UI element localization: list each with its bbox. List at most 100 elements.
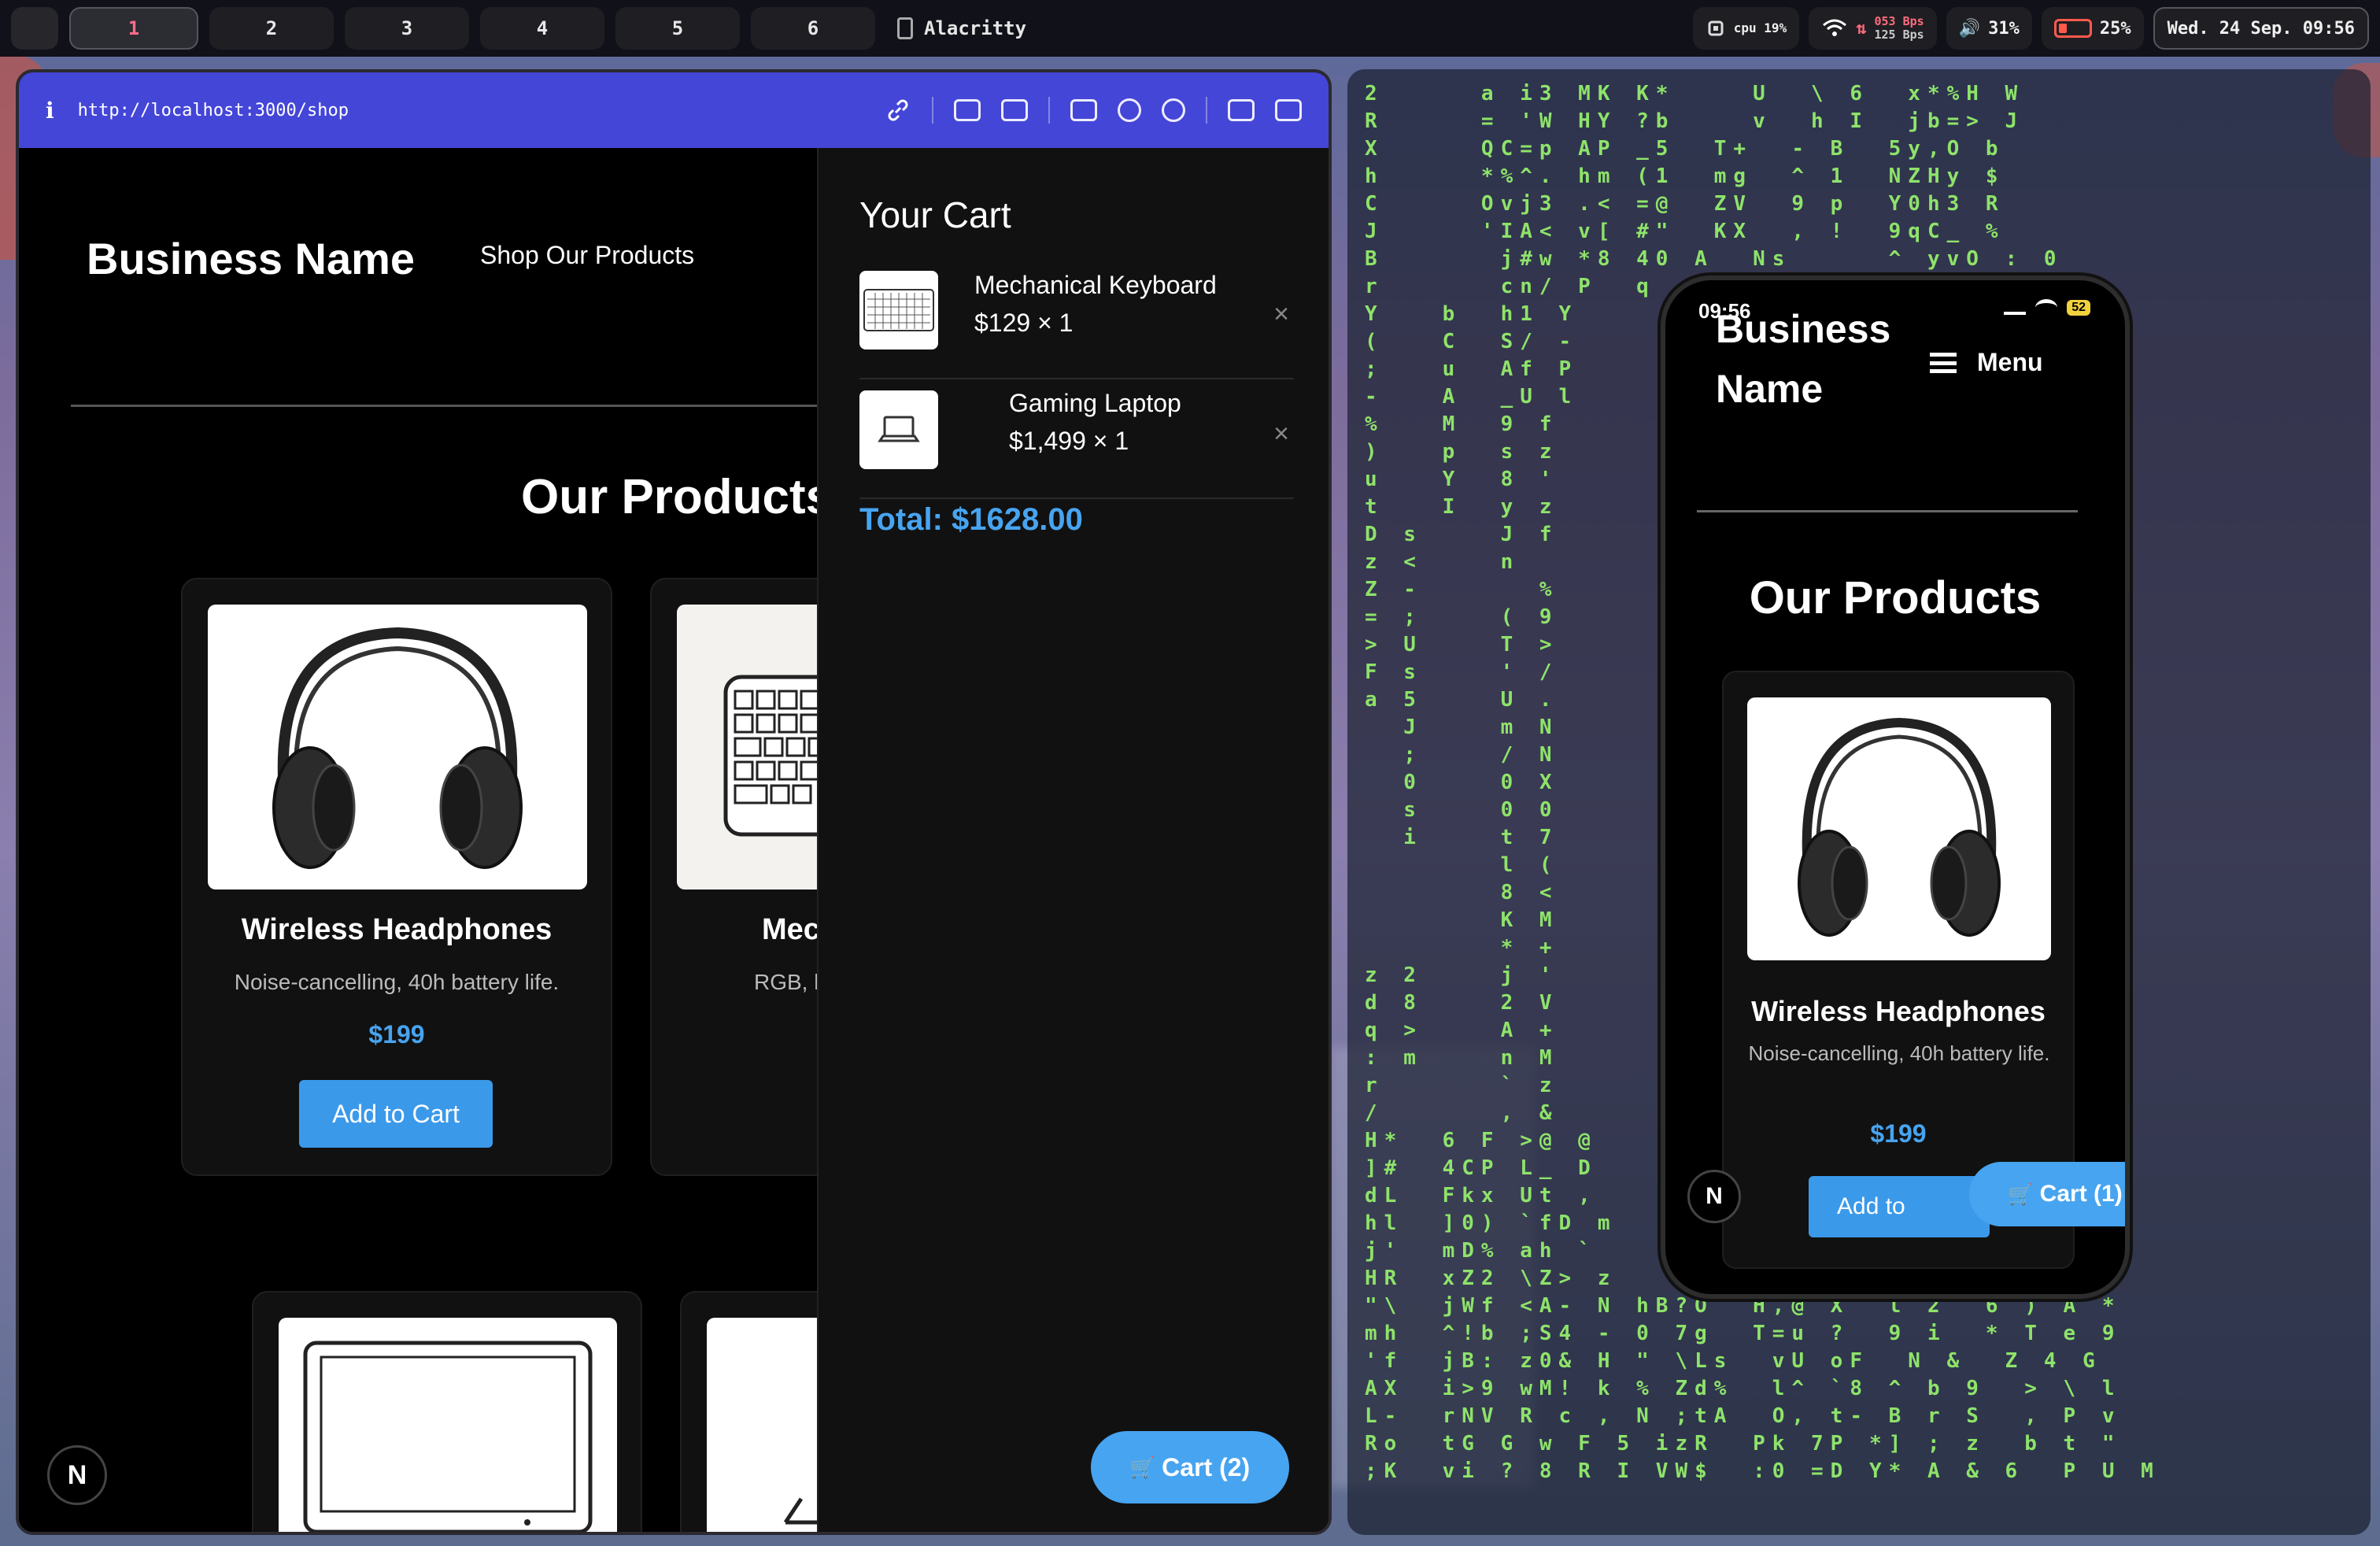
headphones-icon <box>272 627 523 869</box>
extension-icon[interactable] <box>1228 99 1255 121</box>
cart-item-thumbnail <box>859 390 938 469</box>
product-name[interactable]: Wireless Headphones <box>1724 995 2073 1028</box>
product-price: $199 <box>1870 1119 1927 1148</box>
network-widget[interactable]: ⇅ 053 Bps 125 Bps <box>1809 7 1937 50</box>
camera-icon[interactable] <box>1001 99 1028 121</box>
url-field[interactable]: http://localhost:3000/shop <box>78 101 861 120</box>
workspace-4[interactable]: 4 <box>480 7 604 50</box>
cpu-label: cpu 19% <box>1733 20 1787 35</box>
phone-battery: 52 <box>2067 300 2090 316</box>
toolbar-separator <box>932 97 933 124</box>
site-title[interactable]: Business Name <box>87 233 415 284</box>
cart-item: Gaming Laptop $1,499 × 1 × <box>859 384 1294 499</box>
cart-title: Your Cart <box>859 194 1011 235</box>
product-name[interactable]: Mec <box>762 913 820 947</box>
site-title-line2: Name <box>1716 367 1824 411</box>
net-upload: 053 Bps <box>1874 14 1924 28</box>
cart-item: Mechanical Keyboard $129 × 1 × <box>859 264 1294 379</box>
battery-level: 25% <box>2099 18 2131 39</box>
menu-bar: 1 2 3 4 5 6 Alacritty cpu 19% ⇅ 053 Bps … <box>0 0 2380 57</box>
globe-icon[interactable] <box>1118 98 1141 122</box>
shop-page: Business Name Shop Our Products Our Prod… <box>19 148 1329 1532</box>
site-title[interactable]: Business Name <box>1716 307 1890 419</box>
browser-window: i http://localhost:3000/shop Business Na… <box>16 69 1332 1535</box>
menu-label: Menu <box>1977 348 2043 376</box>
product-card <box>252 1291 642 1532</box>
workspace-2[interactable]: 2 <box>209 7 334 50</box>
product-description: RGB, h <box>754 970 826 994</box>
laptop-icon <box>878 416 920 442</box>
product-description: Noise-cancelling, 40h battery life. <box>234 970 560 994</box>
hamburger-icon <box>1930 352 1957 373</box>
cart-item-price-qty: $1,499 × 1 <box>1009 427 1129 455</box>
nextjs-dev-badge[interactable]: N <box>47 1445 107 1505</box>
toolbar-separator <box>1048 97 1050 124</box>
updown-arrows-icon: ⇅ <box>1856 18 1867 39</box>
split-view-icon[interactable] <box>1275 99 1302 121</box>
remove-item-button[interactable]: × <box>1273 419 1289 449</box>
site-title-line1: Business <box>1716 307 1891 351</box>
cart-button-label: Cart (2) <box>1162 1452 1251 1481</box>
product-name[interactable]: Wireless Headphones <box>183 913 611 947</box>
cpu-widget[interactable]: cpu 19% <box>1692 7 1800 50</box>
terminal-icon[interactable] <box>1070 99 1097 121</box>
cart-item-thumbnail <box>859 271 938 350</box>
cart-button-label: Cart (1) <box>2039 1181 2123 1207</box>
cart-item-name: Gaming Laptop <box>1009 389 1181 417</box>
phone-status-bar: 52 <box>2004 299 2090 316</box>
wifi-icon <box>1823 19 1847 36</box>
remove-item-button[interactable]: × <box>1273 299 1289 330</box>
product-card: Wireless Headphones Noise-cancelling, 40… <box>181 578 612 1176</box>
download-image-icon[interactable] <box>954 99 981 121</box>
url-bar: i http://localhost:3000/shop <box>19 72 1329 148</box>
apple-menu-icon[interactable] <box>11 7 58 50</box>
net-download: 125 Bps <box>1874 28 1924 42</box>
product-card: Wireless Headphones Noise-cancelling, 40… <box>1722 671 2125 1269</box>
headphones-icon <box>1798 717 2001 937</box>
toolbar-separator <box>1206 97 1207 124</box>
link-icon[interactable] <box>885 97 911 124</box>
product-image <box>1747 697 2051 960</box>
header-divider <box>1697 510 2078 512</box>
cart-icon: 🛒 <box>1129 1455 1156 1479</box>
volume-widget[interactable]: 🔊 31% <box>1946 7 2032 50</box>
product-price: $199 <box>368 1020 425 1049</box>
phone-simulator: 09:56 52 Business Name Menu Our Products… <box>1661 276 2130 1299</box>
workspace-3[interactable]: 3 <box>345 7 469 50</box>
battery-widget[interactable]: 25% <box>2041 7 2144 50</box>
info-icon[interactable]: i <box>46 98 54 124</box>
product-image <box>208 605 587 890</box>
cart-icon: 🛒 <box>2008 1182 2034 1206</box>
nextjs-dev-badge[interactable]: N <box>1687 1170 1741 1223</box>
monitor-icon <box>303 1341 593 1532</box>
cart-panel: Your Cart Mechanical Keyboard $129 × 1 × <box>817 148 1329 1532</box>
add-to-cart-button[interactable]: Add to <box>1809 1176 1990 1237</box>
cart-item-price-qty: $129 × 1 <box>974 309 1074 337</box>
menu-button[interactable]: Menu <box>1930 348 2043 377</box>
header-divider <box>71 405 858 407</box>
date-time: Wed. 24 Sep. 09:56 <box>2167 18 2355 39</box>
workspace-1[interactable]: 1 <box>69 7 198 50</box>
product-image <box>279 1318 617 1532</box>
workspace-5[interactable]: 5 <box>615 7 740 50</box>
crosshair-icon[interactable] <box>1162 98 1185 122</box>
speaker-icon: 🔊 <box>1958 18 1981 39</box>
workspace-6[interactable]: 6 <box>751 7 875 50</box>
app-window-icon <box>897 17 913 39</box>
keyboard-icon <box>863 289 934 331</box>
product-description: Noise-cancelling, 40h battery life. <box>1748 1041 2050 1065</box>
cart-floating-button[interactable]: 🛒 Cart (1) <box>1969 1162 2125 1226</box>
cart-total: Total: $1628.00 <box>859 502 1083 537</box>
signal-icon <box>2004 301 2027 315</box>
wifi-icon <box>2035 299 2058 316</box>
section-title: Our Products <box>521 470 833 524</box>
nav-link-shop[interactable]: Shop Our Products <box>480 241 694 270</box>
cpu-icon <box>1708 20 1724 36</box>
cart-floating-button[interactable]: 🛒 Cart (2) <box>1091 1431 1289 1503</box>
cart-item-name: Mechanical Keyboard <box>974 271 1217 299</box>
add-to-cart-button[interactable]: Add to Cart <box>299 1080 493 1148</box>
volume-level: 31% <box>1988 18 2020 39</box>
keyboard-icon <box>723 675 870 837</box>
clock-widget[interactable]: Wed. 24 Sep. 09:56 <box>2153 7 2369 50</box>
focused-app-name: Alacritty <box>924 17 1027 39</box>
